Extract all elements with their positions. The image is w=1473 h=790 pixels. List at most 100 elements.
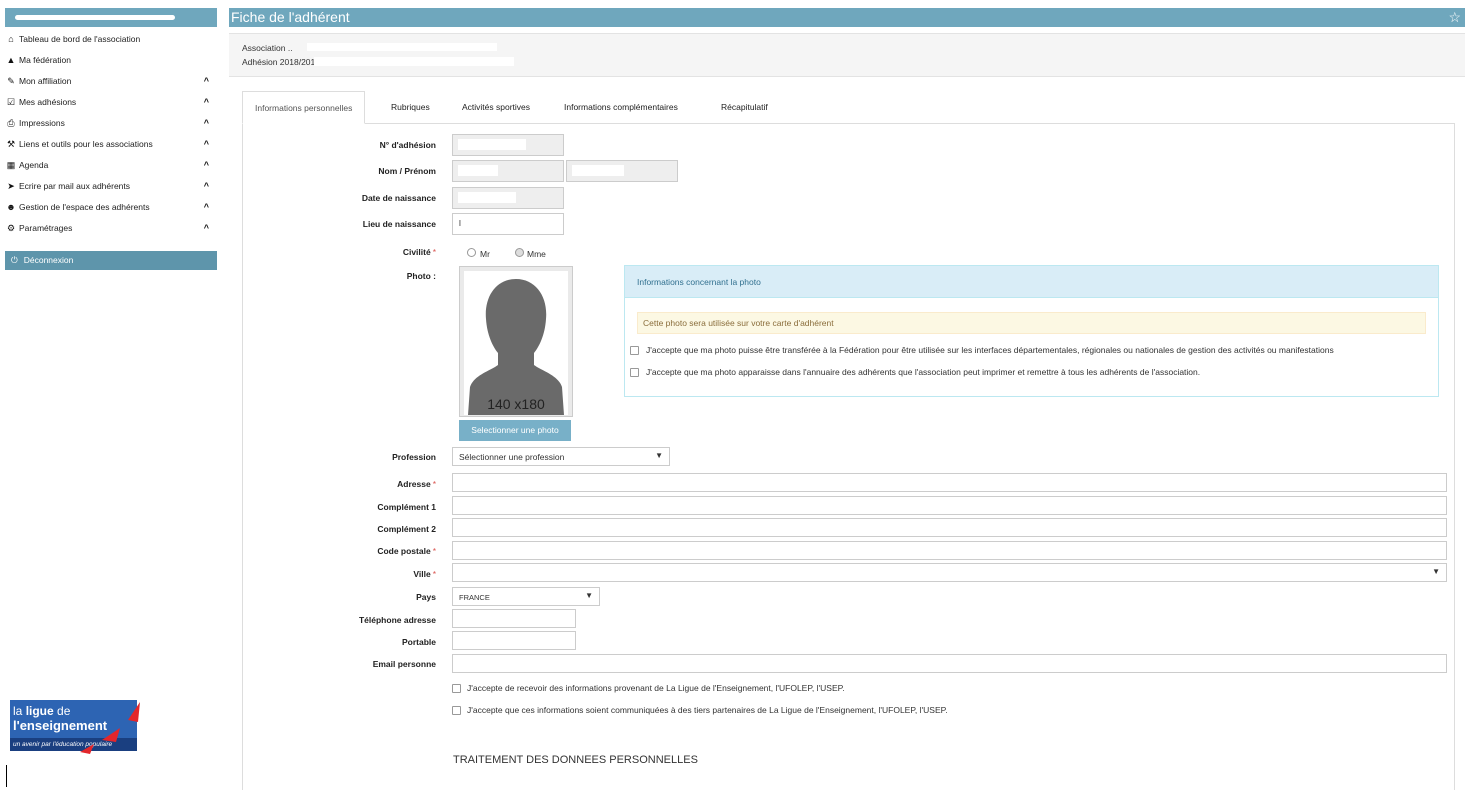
- sidebar-item-label: Gestion de l'espace des adhérents: [19, 202, 150, 212]
- email-input[interactable]: [452, 654, 1447, 673]
- photo-info-warning: Cette photo sera utilisée sur votre cart…: [637, 312, 1426, 334]
- pencil-icon: ✎: [7, 76, 15, 86]
- sidebar-item-6[interactable]: ▦ Agenda ^: [5, 156, 217, 177]
- logout-label: Déconnexion: [23, 255, 74, 265]
- tab-informations-complementaires[interactable]: Informations complémentaires: [552, 91, 690, 124]
- gear-icon: ⚙: [6, 223, 16, 233]
- sidebar-item-label: Mes adhésions: [19, 97, 77, 107]
- photo-annuaire-checkbox[interactable]: [630, 368, 639, 377]
- sidebar-item-5[interactable]: ⚒ Liens et outils pour les associations ^: [5, 135, 217, 156]
- ville-select[interactable]: ▼: [452, 563, 1447, 582]
- chevron-up-icon[interactable]: ^: [204, 177, 209, 196]
- civilite-mme-radio[interactable]: [515, 248, 524, 257]
- edit-icon: ☑: [6, 97, 16, 107]
- calendar-icon: ▦: [6, 160, 16, 170]
- complement1-input[interactable]: [452, 496, 1447, 515]
- chevron-up-icon[interactable]: ^: [204, 156, 209, 175]
- ligue-enseignement-logo: la ligue de l'enseignement un avenir par…: [10, 700, 140, 754]
- sidebar-menu: ⌂ Tableau de bord de l'association ▲ Ma féd…: [5, 30, 217, 240]
- avatar-silhouette-icon: [464, 271, 568, 415]
- sidebar-item-2[interactable]: ✎ Mon affiliation ^: [5, 72, 217, 93]
- photo-label: Photo :: [406, 271, 436, 281]
- send-icon: ➤: [7, 181, 15, 191]
- pays-select[interactable]: FRANCE ▼: [452, 587, 600, 606]
- print-icon: ⎙: [7, 118, 15, 128]
- sidebar-item-label: Ma fédération: [19, 55, 71, 65]
- nom-prenom-label: Nom / Prénom: [378, 166, 436, 176]
- sidebar-item-7[interactable]: ➤ Ecrire par mail aux adhérents ^: [5, 177, 217, 198]
- sidebar-item-label: Agenda: [19, 160, 49, 170]
- tab-informations-personnelles[interactable]: Informations personnelles: [242, 91, 366, 124]
- civilite-mr-radio[interactable]: [467, 248, 476, 257]
- select-photo-button[interactable]: Selectionner une photo: [459, 420, 571, 441]
- chevron-down-icon: ▼: [655, 451, 663, 460]
- lieu-naissance-label: Lieu de naissance: [362, 219, 436, 229]
- photo-transfer-label: J'accepte que ma photo puisse être trans…: [646, 345, 1334, 355]
- sidebar-item-label: Mon affiliation: [19, 76, 72, 86]
- numero-adhesion-label: N° d'adhésion: [379, 140, 436, 150]
- chevron-up-icon[interactable]: ^: [204, 135, 209, 154]
- sidebar-item-label: Ecrire par mail aux adhérents: [19, 181, 131, 191]
- photo-annuaire-label: J'accepte que ma photo apparaisse dans l…: [646, 367, 1201, 377]
- page-title: Fiche de l'adhérent: [231, 9, 350, 25]
- sidebar-item-3[interactable]: ☑ Mes adhésions ^: [5, 93, 217, 114]
- sidebar-item-4[interactable]: ⎙ Impressions ^: [5, 114, 217, 135]
- sidebar: ⌂ Tableau de bord de l'association ▲ Ma féd…: [0, 0, 222, 790]
- consent-partners-checkbox[interactable]: [452, 706, 461, 715]
- tab-bar: Informations personnelles Rubriques Acti…: [242, 91, 1455, 124]
- tab-recapitulatif[interactable]: Récapitulatif: [709, 91, 780, 124]
- civilite-mr-label: Mr: [480, 249, 490, 259]
- consent-info-label: J'accepte de recevoir des informations p…: [467, 683, 845, 693]
- user-icon: ☻: [6, 202, 16, 212]
- email-label: Email personne: [372, 659, 436, 669]
- numero-adhesion-field: [452, 134, 564, 156]
- complement1-label: Complément 1: [377, 502, 436, 512]
- civilite-label: Civilité *: [402, 247, 436, 257]
- profession-select[interactable]: Sélectionner une profession ▼: [452, 447, 670, 466]
- prenom-field: [566, 160, 678, 182]
- sidebar-item-label: Paramétrages: [19, 223, 73, 233]
- sidebar-item-0[interactable]: ⌂ Tableau de bord de l'association: [5, 30, 217, 51]
- chevron-up-icon[interactable]: ^: [204, 198, 209, 217]
- profession-label: Profession: [392, 452, 436, 462]
- lieu-naissance-input[interactable]: l: [452, 213, 564, 235]
- sidebar-item-label: Tableau de bord de l'association: [19, 34, 141, 44]
- redacted-association-name: [15, 15, 175, 20]
- complement2-input[interactable]: [452, 518, 1447, 537]
- sidebar-item-label: Liens et outils pour les associations: [19, 139, 153, 149]
- date-naissance-field: [452, 187, 564, 209]
- power-icon: ⏻: [11, 255, 18, 265]
- chevron-up-icon[interactable]: ^: [204, 72, 209, 91]
- sidebar-item-1[interactable]: ▲ Ma fédération: [5, 51, 217, 72]
- home-icon: ⌂: [8, 34, 14, 44]
- redacted-association: [307, 43, 497, 51]
- telephone-input[interactable]: [452, 609, 576, 628]
- tab-rubriques[interactable]: Rubriques: [379, 91, 442, 124]
- consent-partners-label: J'accepte que ces informations soient co…: [467, 705, 948, 715]
- sidebar-item-8[interactable]: ☻ Gestion de l'espace des adhérents ^: [5, 198, 217, 219]
- page-title-bar: Fiche de l'adhérent ☆: [229, 8, 1465, 27]
- code-postal-input[interactable]: [452, 541, 1447, 560]
- civilite-mme-label: Mme: [527, 249, 546, 259]
- sidebar-item-9[interactable]: ⚙ Paramétrages ^: [5, 219, 217, 240]
- chevron-up-icon[interactable]: ^: [204, 114, 209, 133]
- sidebar-item-label: Impressions: [19, 118, 65, 128]
- consent-info-checkbox[interactable]: [452, 684, 461, 693]
- star-icon[interactable]: ☆: [1448, 8, 1461, 27]
- portable-input[interactable]: [452, 631, 576, 650]
- tab-activites-sportives[interactable]: Activités sportives: [450, 91, 542, 124]
- telephone-label: Téléphone adresse: [358, 615, 436, 625]
- photo-info-title: Informations concernant la photo: [625, 266, 1438, 298]
- chevron-up-icon[interactable]: ^: [204, 93, 209, 112]
- photo-placeholder: 140 x180: [459, 266, 573, 417]
- adresse-label: Adresse *: [397, 479, 436, 489]
- logo-arrows: [80, 702, 140, 754]
- adresse-input[interactable]: [452, 473, 1447, 492]
- logout-button[interactable]: ⏻ Déconnexion: [5, 251, 217, 270]
- text-cursor: [6, 765, 7, 787]
- chevron-up-icon[interactable]: ^: [204, 219, 209, 238]
- photo-transfer-checkbox[interactable]: [630, 346, 639, 355]
- code-postal-label: Code postale *: [377, 546, 436, 556]
- complement2-label: Complément 2: [377, 524, 436, 534]
- pays-label: Pays: [416, 592, 436, 602]
